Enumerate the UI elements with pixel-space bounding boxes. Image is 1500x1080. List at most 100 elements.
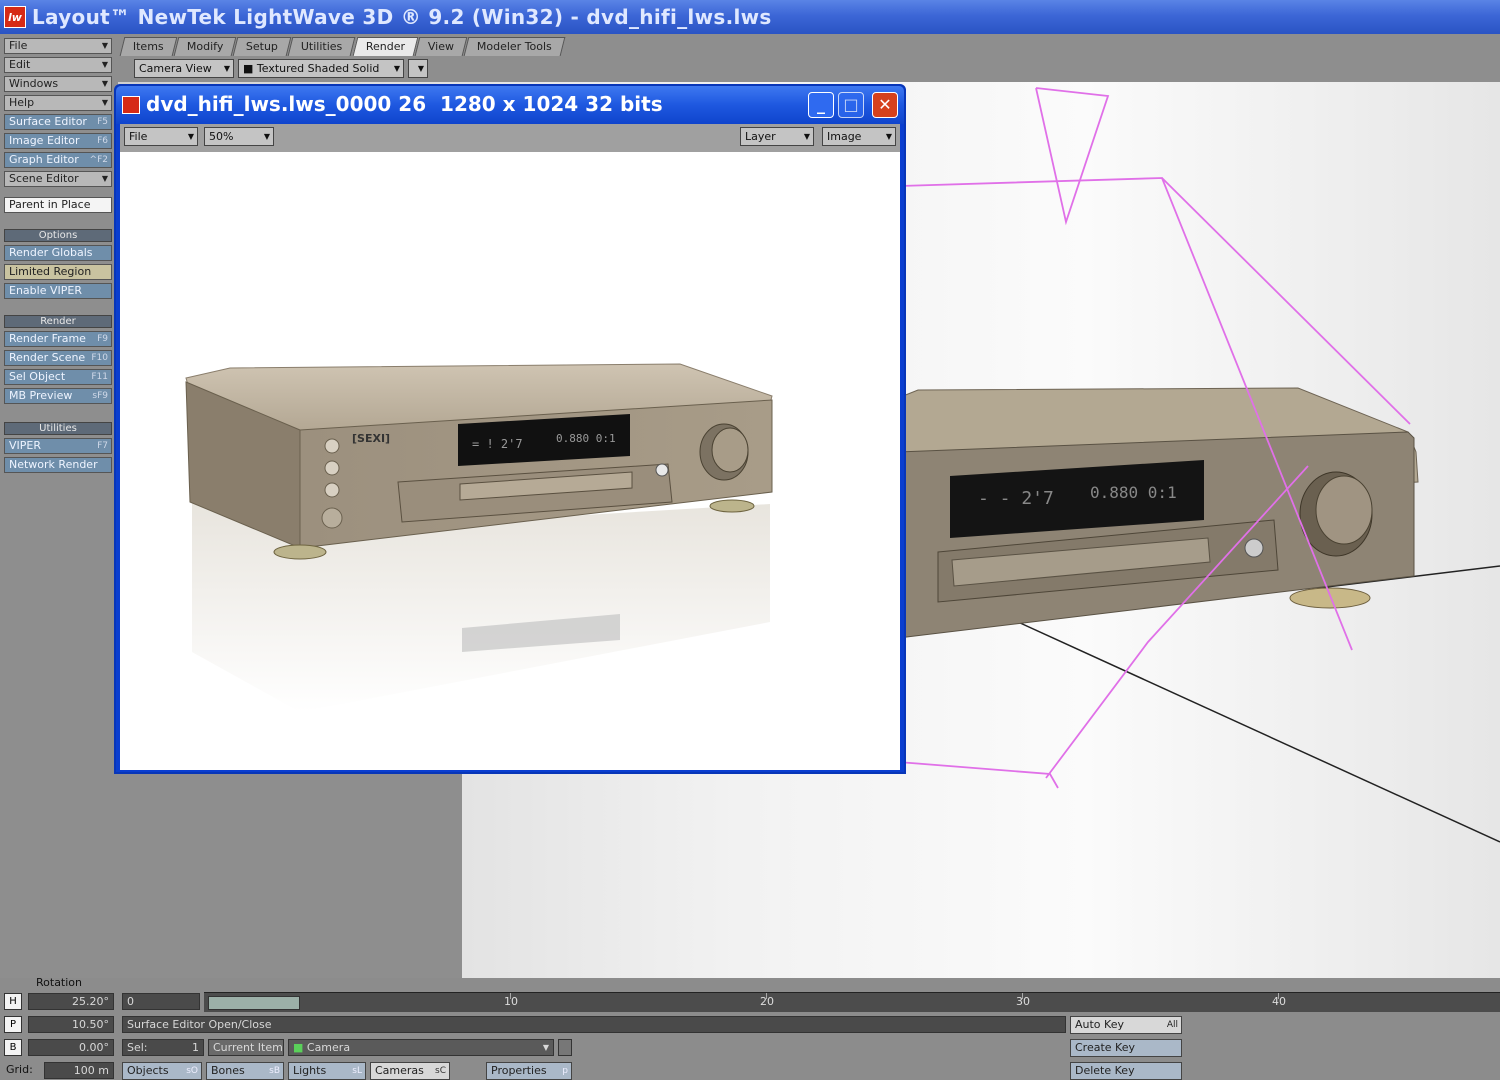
image-editor-button[interactable]: Image Editor F6 bbox=[4, 133, 112, 149]
item-list-button[interactable] bbox=[558, 1039, 572, 1056]
sel-label: Sel: bbox=[127, 1041, 148, 1054]
windows-menu[interactable]: Windows bbox=[4, 76, 112, 92]
parent-in-place-toggle[interactable]: Parent in Place bbox=[4, 197, 112, 213]
selection-count-field: Sel: 1 bbox=[122, 1039, 204, 1056]
file-menu[interactable]: File bbox=[4, 38, 112, 54]
minimize-button[interactable]: _ bbox=[808, 92, 834, 118]
current-item-dropdown[interactable]: ■ Camera ▼ bbox=[288, 1039, 554, 1056]
pitch-field[interactable]: 10.50° bbox=[28, 1016, 114, 1033]
chevron-down-icon: ▼ bbox=[542, 1043, 549, 1052]
cameras-button[interactable]: Cameras sC bbox=[370, 1062, 450, 1080]
tab-setup-label: Setup bbox=[246, 40, 279, 53]
surface-editor-key: F5 bbox=[97, 117, 108, 127]
chevron-down-icon: ▼ bbox=[417, 64, 424, 73]
tab-modify[interactable]: Modify bbox=[173, 37, 237, 56]
viper-button[interactable]: VIPER F7 bbox=[4, 438, 112, 454]
chevron-down-icon: ▼ bbox=[885, 132, 892, 141]
svg-text:0.880 0:1: 0.880 0:1 bbox=[556, 432, 616, 445]
lights-label: Lights bbox=[293, 1064, 327, 1077]
chevron-down-icon: ▼ bbox=[803, 132, 810, 141]
left-toolbar: File Edit Windows Help Surface EditorF5 … bbox=[0, 34, 118, 978]
maximize-button[interactable]: □ bbox=[838, 92, 864, 118]
properties-label: Properties bbox=[491, 1064, 547, 1077]
auto-key-button[interactable]: Auto Key All bbox=[1070, 1016, 1182, 1034]
help-menu[interactable]: Help bbox=[4, 95, 112, 111]
zoom-dropdown[interactable]: 50% ▼ bbox=[204, 127, 274, 146]
render-scene-button[interactable]: Render Scene F10 bbox=[4, 350, 112, 366]
render-window-title-bar[interactable]: dvd_hifi_lws.lws_0000 26 1280 x 1024 32 … bbox=[116, 86, 904, 124]
delete-key-button[interactable]: Delete Key bbox=[1070, 1062, 1182, 1080]
mb-preview-button[interactable]: MB Preview sF9 bbox=[4, 388, 112, 404]
render-display-window[interactable]: dvd_hifi_lws.lws_0000 26 1280 x 1024 32 … bbox=[114, 84, 906, 774]
render-frame-button[interactable]: Render Frame F9 bbox=[4, 331, 112, 347]
tab-render-label: Render bbox=[365, 40, 405, 53]
tab-view[interactable]: View bbox=[414, 37, 468, 56]
render-globals-button[interactable]: Render Globals bbox=[4, 245, 112, 261]
network-render-button[interactable]: Network Render bbox=[4, 457, 112, 473]
view-mode-value: Camera View bbox=[139, 62, 212, 75]
grid-label: Grid: bbox=[6, 1063, 33, 1076]
graph-editor-button[interactable]: Graph Editor ^F2 bbox=[4, 152, 112, 168]
tab-modeler-tools[interactable]: Modeler Tools bbox=[463, 37, 566, 56]
sel-object-button[interactable]: Sel Object F11 bbox=[4, 369, 112, 385]
timeline-tick-label: 40 bbox=[1272, 995, 1286, 1008]
pitch-axis-toggle[interactable]: P bbox=[4, 1016, 22, 1033]
chevron-down-icon: ▼ bbox=[263, 132, 270, 141]
current-item-label: Current Item bbox=[208, 1039, 284, 1056]
heading-axis-toggle[interactable]: H bbox=[4, 993, 22, 1010]
sel-value: 1 bbox=[192, 1041, 199, 1054]
sel-object-key: F11 bbox=[91, 372, 108, 382]
tab-modify-label: Modify bbox=[186, 40, 224, 53]
lights-button[interactable]: Lights sL bbox=[288, 1062, 366, 1080]
rendered-dvd-player: [SEXI] = ! 2'7 0.880 0:1 bbox=[185, 363, 773, 712]
chevron-down-icon: ▼ bbox=[393, 64, 400, 73]
tab-utilities[interactable]: Utilities bbox=[287, 37, 357, 56]
timeline-slider[interactable]: 10 20 30 40 bbox=[204, 992, 1500, 1012]
layer-dropdown[interactable]: Layer ▼ bbox=[740, 127, 814, 146]
status-bar: Surface Editor Open/Close bbox=[122, 1016, 1066, 1033]
render-file-dropdown[interactable]: File ▼ bbox=[124, 127, 198, 146]
sel-object-label: Sel Object bbox=[9, 370, 66, 383]
close-button[interactable]: ✕ bbox=[872, 92, 898, 118]
enable-viper-button[interactable]: Enable VIPER bbox=[4, 283, 112, 299]
cameras-key: sC bbox=[435, 1066, 446, 1076]
camera-icon: ■ bbox=[293, 1041, 307, 1054]
bank-axis-toggle[interactable]: B bbox=[4, 1039, 22, 1056]
objects-button[interactable]: Objects sO bbox=[122, 1062, 202, 1080]
timeline-frame-slider[interactable] bbox=[208, 996, 300, 1010]
tab-setup[interactable]: Setup bbox=[232, 37, 292, 56]
chevron-down-icon: ▼ bbox=[223, 64, 230, 73]
view-mode-dropdown[interactable]: Camera View ▼ bbox=[134, 59, 234, 78]
app-title: Layout™ NewTek LightWave 3D ® 9.2 (Win32… bbox=[32, 5, 772, 29]
create-key-button[interactable]: Create Key bbox=[1070, 1039, 1182, 1057]
rotation-label: Rotation bbox=[36, 976, 83, 989]
bones-button[interactable]: Bones sB bbox=[206, 1062, 284, 1080]
tab-render[interactable]: Render bbox=[352, 37, 419, 56]
current-frame-field[interactable]: 0 bbox=[122, 993, 200, 1010]
timeline-tick-label: 20 bbox=[760, 995, 774, 1008]
limited-region-button[interactable]: Limited Region bbox=[4, 264, 112, 280]
properties-key: p bbox=[562, 1066, 568, 1076]
scene-editor-menu[interactable]: Scene Editor bbox=[4, 171, 112, 187]
svg-text:- - 2'7: - - 2'7 bbox=[978, 488, 1054, 509]
viper-label: VIPER bbox=[9, 439, 41, 452]
bank-field[interactable]: 0.00° bbox=[28, 1039, 114, 1056]
shading-mode-dropdown[interactable]: ■ Textured Shaded Solid ▼ bbox=[238, 59, 404, 78]
shading-mode-icon: ■ bbox=[243, 62, 257, 75]
image-dropdown[interactable]: Image ▼ bbox=[822, 127, 896, 146]
edit-menu[interactable]: Edit bbox=[4, 57, 112, 73]
tab-items[interactable]: Items bbox=[119, 37, 178, 56]
shading-mode-value: Textured Shaded Solid bbox=[256, 62, 380, 75]
properties-button[interactable]: Properties p bbox=[486, 1062, 572, 1080]
grid-size-field[interactable]: 100 m bbox=[44, 1062, 114, 1079]
render-header: Render bbox=[4, 315, 112, 328]
options-header: Options bbox=[4, 229, 112, 242]
timeline-tick-label: 10 bbox=[504, 995, 518, 1008]
svg-text:= ! 2'7: = ! 2'7 bbox=[472, 437, 523, 451]
layer-label: Layer bbox=[745, 130, 776, 143]
surface-editor-button[interactable]: Surface Editor F5 bbox=[4, 114, 112, 130]
heading-field[interactable]: 25.20° bbox=[28, 993, 114, 1010]
bones-label: Bones bbox=[211, 1064, 245, 1077]
viewport-options-dropdown[interactable]: ▼ bbox=[408, 59, 428, 78]
render-scene-key: F10 bbox=[91, 353, 108, 363]
